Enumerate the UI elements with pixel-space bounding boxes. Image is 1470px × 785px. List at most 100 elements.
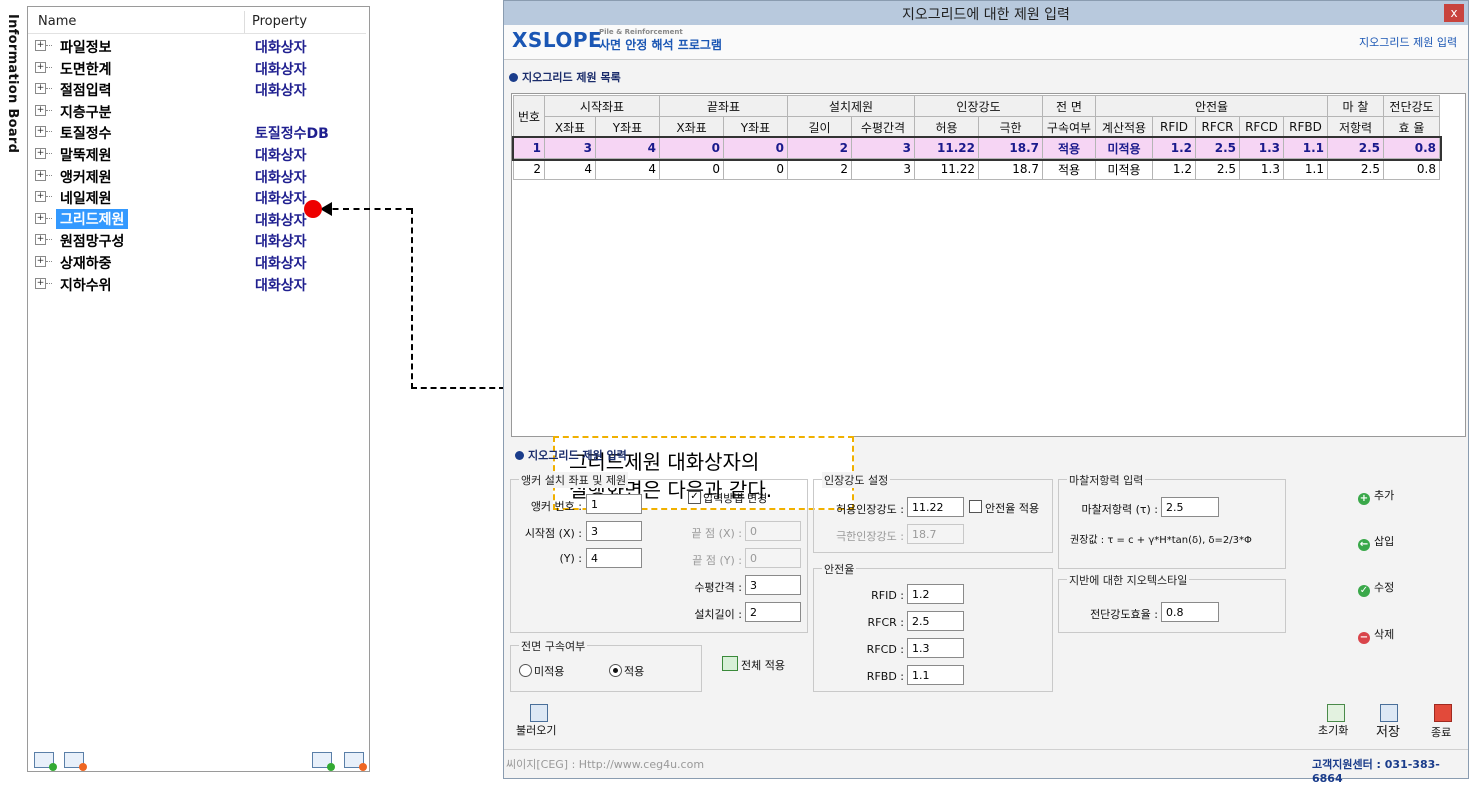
expand-icon[interactable]: + [35, 212, 46, 224]
geogrid-table: 번호 시작좌표 끝좌표 설치제원 인장강도 전 면 안전율 마 찰 전단강도 X… [511, 95, 1442, 180]
friction-tau-input[interactable]: 2.5 [1161, 497, 1219, 517]
tree-connector [46, 217, 52, 219]
grid-header: 인장강도 [914, 95, 1043, 117]
spacing-label: 수평간격 : [694, 581, 742, 594]
load-icon [530, 704, 548, 722]
rfbd-label: RFBD : [866, 670, 904, 683]
tree-item-property: 대화상자 [255, 212, 307, 229]
tree-item[interactable]: + 상재하중 대화상자 [28, 251, 366, 272]
end-y-input[interactable]: 0 [745, 548, 801, 568]
table-row[interactable]: 1 3 4 0 0 2 3 11.22 18.7 적용 미적용 1.2 2.5 1.3 1.1 2.5 0.8 [511, 135, 1442, 161]
expand-icon[interactable]: + [35, 256, 46, 267]
shear-efficiency-input[interactable]: 0.8 [1161, 602, 1219, 622]
title-bar: 지오그리드에 대한 제원 입력 x [504, 1, 1468, 25]
table-cell: 0.8 [1383, 158, 1440, 180]
radio-applied[interactable] [609, 664, 622, 677]
save-button[interactable]: 저장 [1376, 721, 1400, 740]
tree-item-property: 대화상자 [255, 169, 307, 186]
tree-item-property: 대화상자 [255, 234, 307, 251]
tree-item-name: 절점입력 [60, 83, 112, 100]
expand-icon[interactable]: + [35, 277, 46, 289]
change-method-label: 입력방법 변경 [703, 492, 768, 505]
ultimate-tensile-label: 극한인장강도 : [836, 530, 904, 543]
check-icon: ✓ [1358, 585, 1370, 597]
remove-node-icon[interactable] [64, 752, 87, 771]
bullet-icon [515, 451, 524, 460]
load-button[interactable]: 불러오기 [516, 722, 556, 738]
rfcd-input[interactable]: 1.3 [907, 638, 964, 658]
grid-header: 번호 [513, 95, 545, 138]
rfcr-input[interactable]: 2.5 [907, 611, 964, 631]
grid-subheader: 저항력 [1327, 116, 1384, 138]
tree-col-name[interactable]: Name [38, 14, 76, 29]
tree-item[interactable]: + 원점망구성 대화상자 [28, 229, 366, 250]
tree-item[interactable]: + 절점입력 대화상자 [28, 78, 366, 99]
rfid-label: RFID : [871, 589, 904, 602]
tree-item-name: 네일제원 [60, 191, 112, 208]
expand-icon[interactable]: + [35, 148, 46, 159]
tree-item-property: 대화상자 [255, 148, 307, 164]
tree-item[interactable]: + 지하수위 대화상자 [28, 273, 366, 294]
grid-subheader: 허용 [914, 116, 979, 138]
insert-button[interactable]: ← 삽입 [1358, 533, 1394, 551]
grid-subheader: X좌표 [544, 116, 596, 138]
add-property-icon[interactable] [312, 752, 335, 771]
close-button[interactable]: x [1444, 4, 1464, 22]
group-legend: 앵커 설치 좌표 및 제원 [519, 472, 629, 488]
recommended-formula: 권장값 : τ = c + γ*H*tan(δ), δ=2/3*Φ [1070, 535, 1252, 546]
grid-header: 전 면 [1042, 95, 1096, 117]
tree-item[interactable]: + 말뚝제원 대화상자 [28, 143, 366, 164]
exit-button[interactable]: 종료 [1431, 724, 1451, 740]
expand-icon[interactable]: + [35, 40, 46, 51]
anchor-no-input[interactable]: 1 [586, 494, 642, 514]
rfbd-input[interactable]: 1.1 [907, 665, 964, 685]
pointer-arrow-line [411, 387, 505, 389]
reset-button[interactable]: 초기화 [1318, 722, 1348, 738]
spacing-input[interactable]: 3 [745, 575, 801, 595]
expand-icon[interactable]: + [35, 191, 46, 203]
delete-button[interactable]: − 삭제 [1358, 626, 1394, 644]
remove-property-icon[interactable] [344, 752, 367, 771]
expand-icon[interactable]: + [35, 234, 46, 246]
tree-item-property: 대화상자 [255, 256, 307, 272]
grid-subheader: RFBD [1283, 116, 1328, 138]
tree-item[interactable]: + 앵커제원 대화상자 [28, 165, 366, 186]
table-cell: 18.7 [978, 158, 1043, 180]
expand-icon[interactable]: + [35, 83, 46, 95]
add-node-icon[interactable] [34, 752, 57, 771]
modify-button[interactable]: ✓ 수정 [1358, 579, 1394, 597]
table-cell: 미적용 [1095, 137, 1153, 159]
expand-icon[interactable]: + [35, 104, 46, 116]
tree-item-name: 토질정수 [60, 126, 112, 143]
rfid-input[interactable]: 1.2 [907, 584, 964, 604]
tree-item[interactable]: + 토질정수 토질정수DB [28, 121, 366, 142]
allow-tensile-label: 허용인장강도 : [836, 503, 904, 516]
tree-item[interactable]: + 파일정보 대화상자 [28, 35, 366, 56]
tree-item[interactable]: + 지층구분 [28, 100, 366, 121]
expand-icon[interactable]: + [35, 126, 46, 138]
length-input[interactable]: 2 [745, 602, 801, 622]
radio-not-applied[interactable] [519, 664, 532, 677]
tree-item[interactable]: + 도면한계 대화상자 [28, 57, 366, 78]
red-marker-icon [304, 200, 322, 218]
tree-item-name: 앵커제원 [60, 169, 112, 186]
table-row[interactable]: 2 4 4 0 0 2 3 11.22 18.7 적용 미적용 1.2 2.5 1.3 1.1 2.5 0.8 [513, 158, 1440, 180]
safety-factor-checkbox[interactable] [969, 500, 982, 513]
start-y-input[interactable]: 4 [586, 548, 642, 568]
ultimate-tensile-input[interactable]: 18.7 [907, 524, 964, 544]
header-right-title: 지오그리드 제원 입력 [1359, 36, 1458, 49]
anchor-no-label: 앵커 번호 : [530, 500, 582, 513]
safety-factor-label: 안전율 적용 [985, 502, 1040, 515]
start-x-input[interactable]: 3 [586, 521, 642, 541]
table-cell: 2.5 [1327, 158, 1384, 180]
end-x-input[interactable]: 0 [745, 521, 801, 541]
tree-col-property[interactable]: Property [252, 14, 307, 29]
allow-tensile-input[interactable]: 11.22 [907, 497, 964, 517]
change-method-checkbox[interactable]: ✓ [688, 491, 701, 504]
expand-icon[interactable]: + [35, 61, 46, 73]
expand-icon[interactable]: + [35, 169, 46, 181]
table-cell: 0 [723, 158, 788, 180]
add-button[interactable]: + 추가 [1358, 487, 1394, 505]
apply-all-button[interactable]: 전체 적용 [741, 657, 785, 673]
tree-connector [46, 196, 52, 198]
